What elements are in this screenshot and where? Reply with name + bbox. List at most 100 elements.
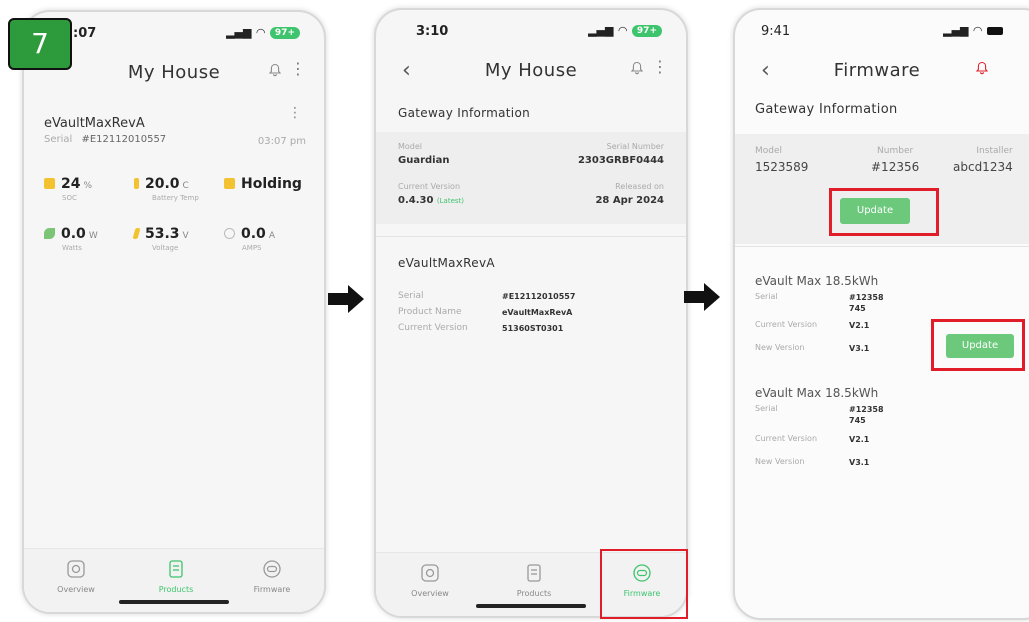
tab-label: Firmware [253, 585, 291, 594]
current-version-label: Current Version [755, 434, 818, 443]
new-version-label: New Version [755, 457, 805, 466]
installer-value: abcd1234 [953, 160, 1013, 174]
divider [376, 236, 686, 237]
status-time: 9:41 [761, 24, 791, 39]
battery-icon: 97+ [631, 24, 662, 37]
arrow-right-icon [684, 283, 720, 311]
item-name: eVault Max 18.5kWh [755, 386, 879, 400]
metric-value: 53.3 [145, 226, 180, 242]
metric-watts: 0.0 W Watts [44, 226, 134, 252]
bell-icon[interactable] [268, 62, 282, 81]
model-value: Guardian [398, 155, 450, 166]
highlight-product-update [931, 319, 1025, 371]
detail-row: Product Name eVaultMaxRevA [398, 304, 666, 320]
battery-status-icon [224, 178, 235, 189]
tab-label: Products [516, 589, 552, 598]
detail-label: Serial [398, 291, 424, 301]
firmware-item: eVault Max 18.5kWh Serial #12358 745 Curre… [755, 386, 1029, 468]
product-more-icon[interactable]: ⋮ [288, 106, 302, 120]
metric-unit: % [83, 181, 93, 191]
wifi-icon: ◠ [256, 26, 265, 39]
metric-status: Holding [224, 176, 324, 192]
status-bar: 3:10 ▂▄▆ ◠ 97+ [376, 24, 686, 44]
lightning-icon [132, 228, 141, 239]
product-details: Serial #E12112010557 Product Name eVaultMa… [398, 288, 666, 336]
tab-overview[interactable]: Overview [36, 559, 116, 594]
phone-screen-products: 3:07 ▂▄▆ ◠ 97+ My House ⋮ eVaultMaxRevA … [22, 10, 326, 614]
gateway-info-panel: Model Guardian Serial Number 2303GRBF044… [376, 132, 686, 224]
more-icon[interactable]: ⋮ [652, 59, 668, 75]
metric-battery-temp: 20.0 C Battery Temp [134, 176, 224, 202]
signal-icon: ▂▄▆ [588, 24, 614, 37]
tab-products[interactable]: Products [494, 563, 574, 598]
metric-value: 20.0 [145, 176, 180, 192]
highlight-firmware-tab [600, 549, 688, 619]
phone-screen-gateway: 3:10 ▂▄▆ ◠ 97+ ‹ My House ⋮ Gateway Info… [374, 8, 688, 618]
tab-label: Products [158, 585, 194, 594]
bell-alert-icon[interactable] [975, 60, 989, 79]
new-version-value: V3.1 [849, 344, 870, 353]
battery-icon: 97+ [269, 26, 300, 39]
detail-label: Product Name [398, 307, 462, 317]
status-time: 3:10 [416, 24, 449, 39]
gauge-icon [224, 228, 235, 239]
wifi-icon: ◠ [618, 24, 627, 37]
battery-level-icon [44, 178, 55, 189]
detail-row: Serial #E12112010557 [398, 288, 666, 304]
top-bar: ‹ Firmware [735, 52, 1029, 88]
top-bar: ‹ My House ⋮ [376, 52, 686, 88]
products-icon [169, 560, 183, 578]
more-icon[interactable]: ⋮ [290, 61, 306, 77]
detail-value: eVaultMaxRevA [502, 307, 573, 317]
metric-label: Watts [62, 244, 82, 252]
detail-value: #E12112010557 [502, 291, 576, 301]
tab-overview[interactable]: Overview [390, 563, 470, 598]
item-name: eVault Max 18.5kWh [755, 274, 879, 288]
current-version-label: Current Version [755, 320, 818, 329]
divider [735, 246, 1029, 247]
metric-unit: W [88, 231, 98, 241]
gateway-heading: Gateway Information [755, 102, 898, 117]
overview-icon [421, 564, 439, 582]
tab-firmware[interactable]: Firmware [232, 559, 312, 594]
detail-row: Current Version 51360ST0301 [398, 320, 666, 336]
metric-unit: V [182, 231, 189, 241]
serial-value-cont: 745 [849, 416, 866, 425]
home-indicator [476, 604, 586, 608]
metric-value: Holding [241, 176, 302, 192]
signal-icon: ▂▄▆ [226, 26, 252, 39]
metric-label: Voltage [152, 244, 179, 252]
thermometer-icon [134, 178, 139, 189]
firmware-icon [263, 560, 281, 578]
metric-label: Battery Temp [152, 194, 199, 202]
wifi-icon: ◠ [973, 24, 982, 37]
metric-unit: A [268, 231, 275, 241]
bell-icon[interactable] [630, 60, 644, 79]
highlight-gateway-update [829, 188, 939, 236]
released-on-value: 28 Apr 2024 [595, 195, 664, 206]
battery-icon [987, 26, 1003, 35]
metric-label: SOC [62, 194, 77, 202]
current-version-value: V2.1 [849, 321, 870, 330]
signal-icon: ▂▄▆ [943, 24, 969, 37]
gateway-heading: Gateway Information [398, 106, 530, 120]
tab-products[interactable]: Products [136, 559, 216, 594]
detail-value: 51360ST0301 [502, 323, 564, 333]
new-version-label: New Version [755, 343, 805, 352]
product-time: 03:07 pm [257, 136, 306, 147]
installer-label: Installer [976, 146, 1013, 156]
metric-unit: C [182, 181, 189, 191]
detail-label: Current Version [398, 323, 468, 333]
serial-number-value: 2303GRBF0444 [577, 155, 664, 166]
products-icon [527, 564, 541, 582]
phone-screen-firmware: 9:41 ▂▄▆ ◠ ‹ Firmware Gateway Informatio… [733, 8, 1029, 620]
product-heading: eVaultMaxRevA [398, 256, 495, 270]
serial-value: #E12112010557 [81, 134, 167, 145]
model-label: Model [755, 146, 783, 156]
new-version-value: V3.1 [849, 458, 870, 467]
metric-voltage: 53.3 V Voltage [132, 226, 224, 252]
arrow-right-icon [328, 285, 364, 313]
latest-tag: (Latest) [436, 197, 465, 205]
product-card[interactable]: eVaultMaxRevA Serial #E12112010557 ⋮ 03:… [44, 106, 306, 147]
status-bar: 9:41 ▂▄▆ ◠ [735, 24, 1029, 44]
